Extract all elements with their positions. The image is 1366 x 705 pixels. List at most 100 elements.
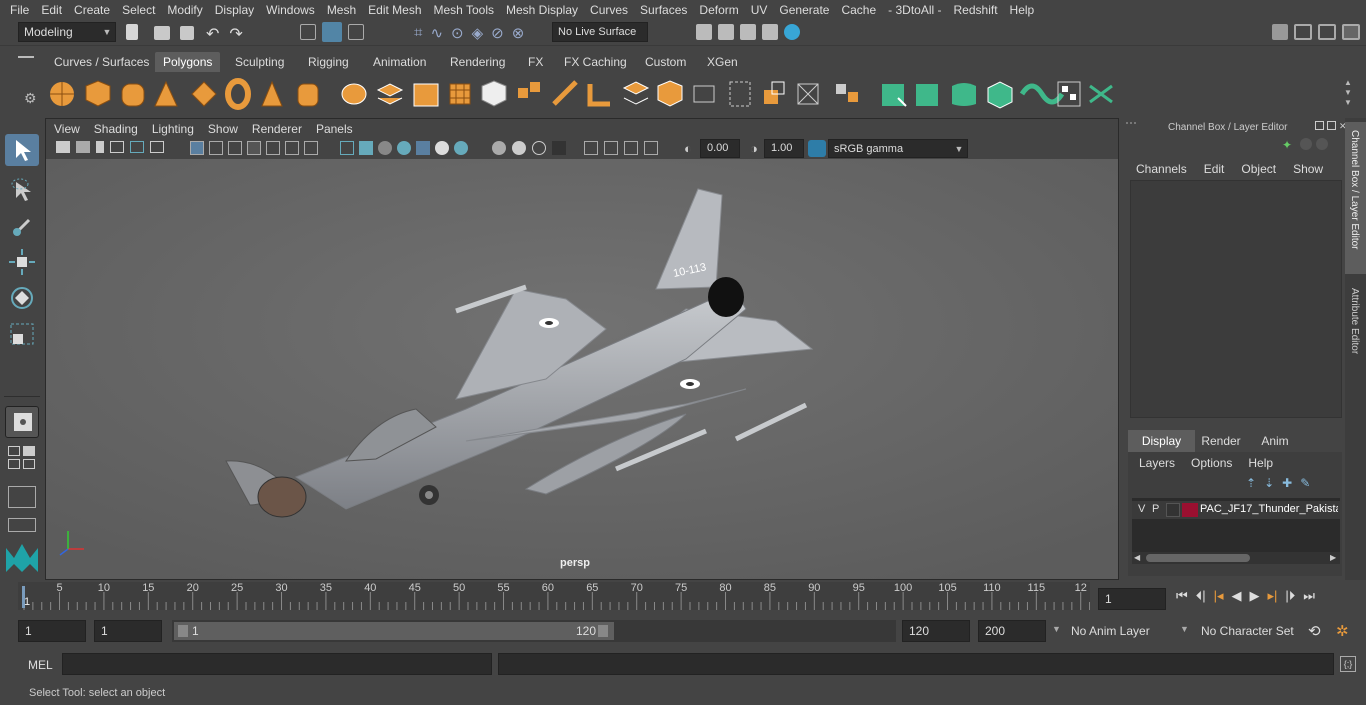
range-right-grip[interactable] (598, 625, 608, 637)
vp-menu-view[interactable]: View (54, 122, 80, 136)
poly-sphere-icon[interactable] (50, 82, 74, 106)
menu-display[interactable]: Display (209, 3, 260, 17)
new-layer-selected-icon[interactable]: ✎ (1300, 476, 1310, 490)
menu-options[interactable]: Options (1191, 456, 1232, 470)
textured-icon[interactable] (397, 141, 411, 155)
menu-3dtoall[interactable]: - 3DtoAll - (882, 3, 947, 17)
bridge-icon[interactable] (587, 84, 610, 107)
ambient-occlusion-icon[interactable] (454, 141, 468, 155)
channel-box-sync-icon[interactable] (1300, 138, 1312, 150)
target-weld-icon[interactable] (693, 85, 715, 103)
redo-icon[interactable]: ↷ (229, 24, 242, 44)
new-scene-icon[interactable] (126, 24, 138, 40)
script-editor-icon[interactable]: {;} (1340, 656, 1356, 672)
layer-visibility[interactable]: V (1138, 503, 1145, 515)
mirror-icon[interactable] (518, 82, 540, 98)
gamma-field[interactable]: 1.00 (764, 139, 804, 158)
poly-torus-icon[interactable] (225, 78, 251, 110)
snap-curve-icon[interactable]: ∿ (430, 24, 443, 42)
anti-aliasing-icon[interactable] (512, 141, 526, 155)
animation-start-field[interactable]: 1 (18, 620, 86, 642)
new-layer-icon[interactable]: ✚ (1282, 476, 1292, 490)
time-slider[interactable]: 5 10 15 20 25 30 35 40 45 50 55 60 65 70 75 80 85 90 95 100… (0, 582, 1366, 614)
modeling-toolkit-icon[interactable] (1272, 24, 1288, 40)
step-back-key-icon[interactable]: |◂ (1214, 588, 1224, 604)
channel-box-speed-icon[interactable] (1316, 138, 1328, 150)
wireframe-icon[interactable] (340, 141, 354, 155)
two-pane-icon[interactable] (23, 446, 35, 456)
hypershade-icon[interactable] (784, 24, 800, 40)
chevron-down-icon[interactable]: ▼ (1052, 624, 1061, 634)
lasso-tool-icon[interactable] (5, 174, 39, 206)
menu-cache[interactable]: Cache (835, 3, 882, 17)
multi-cut-icon[interactable] (657, 80, 683, 107)
play-backward-icon[interactable]: ◀ (1232, 588, 1242, 604)
menu-edit[interactable]: Edit (1204, 162, 1225, 176)
menu-mesh[interactable]: Mesh (321, 3, 362, 17)
anim-layer-dropdown[interactable]: No Anim Layer (1066, 620, 1174, 642)
layer-name[interactable]: PAC_JF17_Thunder_Pakistan (1200, 503, 1338, 515)
uv-auto-icon[interactable] (987, 81, 1013, 109)
quad-draw-icon[interactable] (764, 81, 785, 104)
color-management-icon[interactable] (808, 140, 826, 157)
step-forward-key-icon[interactable]: ▸| (1268, 588, 1278, 604)
chevron-down-icon[interactable]: ▼ (1180, 624, 1189, 634)
shelf-menu-icon[interactable] (18, 56, 34, 58)
auto-key-icon[interactable]: ⟲ (1308, 622, 1321, 640)
xray-joints-icon[interactable] (604, 141, 618, 155)
single-pane-layout-icon[interactable] (5, 406, 39, 438)
character-set-dropdown[interactable]: No Character Set (1196, 620, 1300, 642)
connect-icon[interactable] (729, 81, 751, 107)
separate-icon[interactable] (376, 83, 404, 105)
current-frame-field[interactable]: 1 (1098, 588, 1166, 610)
2d-pan-zoom-icon[interactable] (130, 141, 144, 153)
extrude-icon[interactable] (552, 80, 578, 106)
select-object-icon[interactable] (322, 22, 342, 42)
mode-dropdown[interactable]: Modeling ▼ (18, 22, 116, 42)
scroll-thumb[interactable] (1146, 554, 1250, 562)
grease-pencil-icon[interactable] (150, 141, 164, 153)
boolean-icon[interactable] (481, 80, 507, 107)
menu-modify[interactable]: Modify (161, 3, 208, 17)
xray-active-icon[interactable] (624, 141, 638, 155)
menu-mesh-display[interactable]: Mesh Display (500, 3, 584, 17)
menu-uv[interactable]: UV (745, 3, 774, 17)
select-tool-icon[interactable] (5, 134, 39, 166)
animation-prefs-icon[interactable]: ✲ (1336, 622, 1349, 640)
snap-surface-icon[interactable]: ⊘ (491, 24, 504, 42)
live-surface-field[interactable]: No Live Surface (552, 22, 648, 42)
uv-cylindrical-icon[interactable] (916, 84, 938, 106)
isolate-select-icon[interactable] (584, 141, 598, 155)
poly-cube-icon[interactable] (85, 80, 111, 107)
tab-rendering[interactable]: Rendering (442, 52, 513, 72)
resolution-gate-icon[interactable] (228, 141, 242, 155)
menu-generate[interactable]: Generate (773, 3, 835, 17)
range-slider-handle[interactable]: 1 120 (174, 622, 614, 640)
lights-icon[interactable] (416, 141, 430, 155)
menu-create[interactable]: Create (68, 3, 116, 17)
tab-xgen[interactable]: XGen (699, 52, 746, 72)
poly-pipe-icon[interactable] (297, 83, 319, 107)
uv-unfold-icon[interactable] (1019, 83, 1065, 105)
vp-menu-shading[interactable]: Shading (94, 122, 138, 136)
menu-curves[interactable]: Curves (584, 3, 634, 17)
tab-custom[interactable]: Custom (637, 52, 694, 72)
vp-menu-renderer[interactable]: Renderer (252, 122, 302, 136)
tab-sculpting[interactable]: Sculpting (227, 52, 292, 72)
tab-display[interactable]: Display (1128, 430, 1195, 452)
panel-grip-icon[interactable] (1126, 122, 1136, 132)
side-tab-attribute-editor[interactable]: Attribute Editor (1345, 280, 1366, 380)
tool-settings-icon[interactable] (1318, 24, 1336, 40)
menu-select[interactable]: Select (116, 3, 161, 17)
menu-redshift[interactable]: Redshift (948, 3, 1004, 17)
range-left-grip[interactable] (178, 625, 188, 637)
xray-icon[interactable] (552, 141, 566, 155)
select-hierarchy-icon[interactable] (300, 24, 316, 40)
menu-deform[interactable]: Deform (693, 3, 744, 17)
menu-mesh-tools[interactable]: Mesh Tools (428, 3, 500, 17)
float-icon[interactable] (1315, 121, 1324, 130)
shelf-scroll-icons[interactable]: ▲ ▼ ▼ (1344, 78, 1352, 108)
ipr-render-icon[interactable] (740, 24, 756, 40)
menu-object[interactable]: Object (1241, 162, 1276, 176)
playback-end-field[interactable]: 120 (902, 620, 970, 642)
